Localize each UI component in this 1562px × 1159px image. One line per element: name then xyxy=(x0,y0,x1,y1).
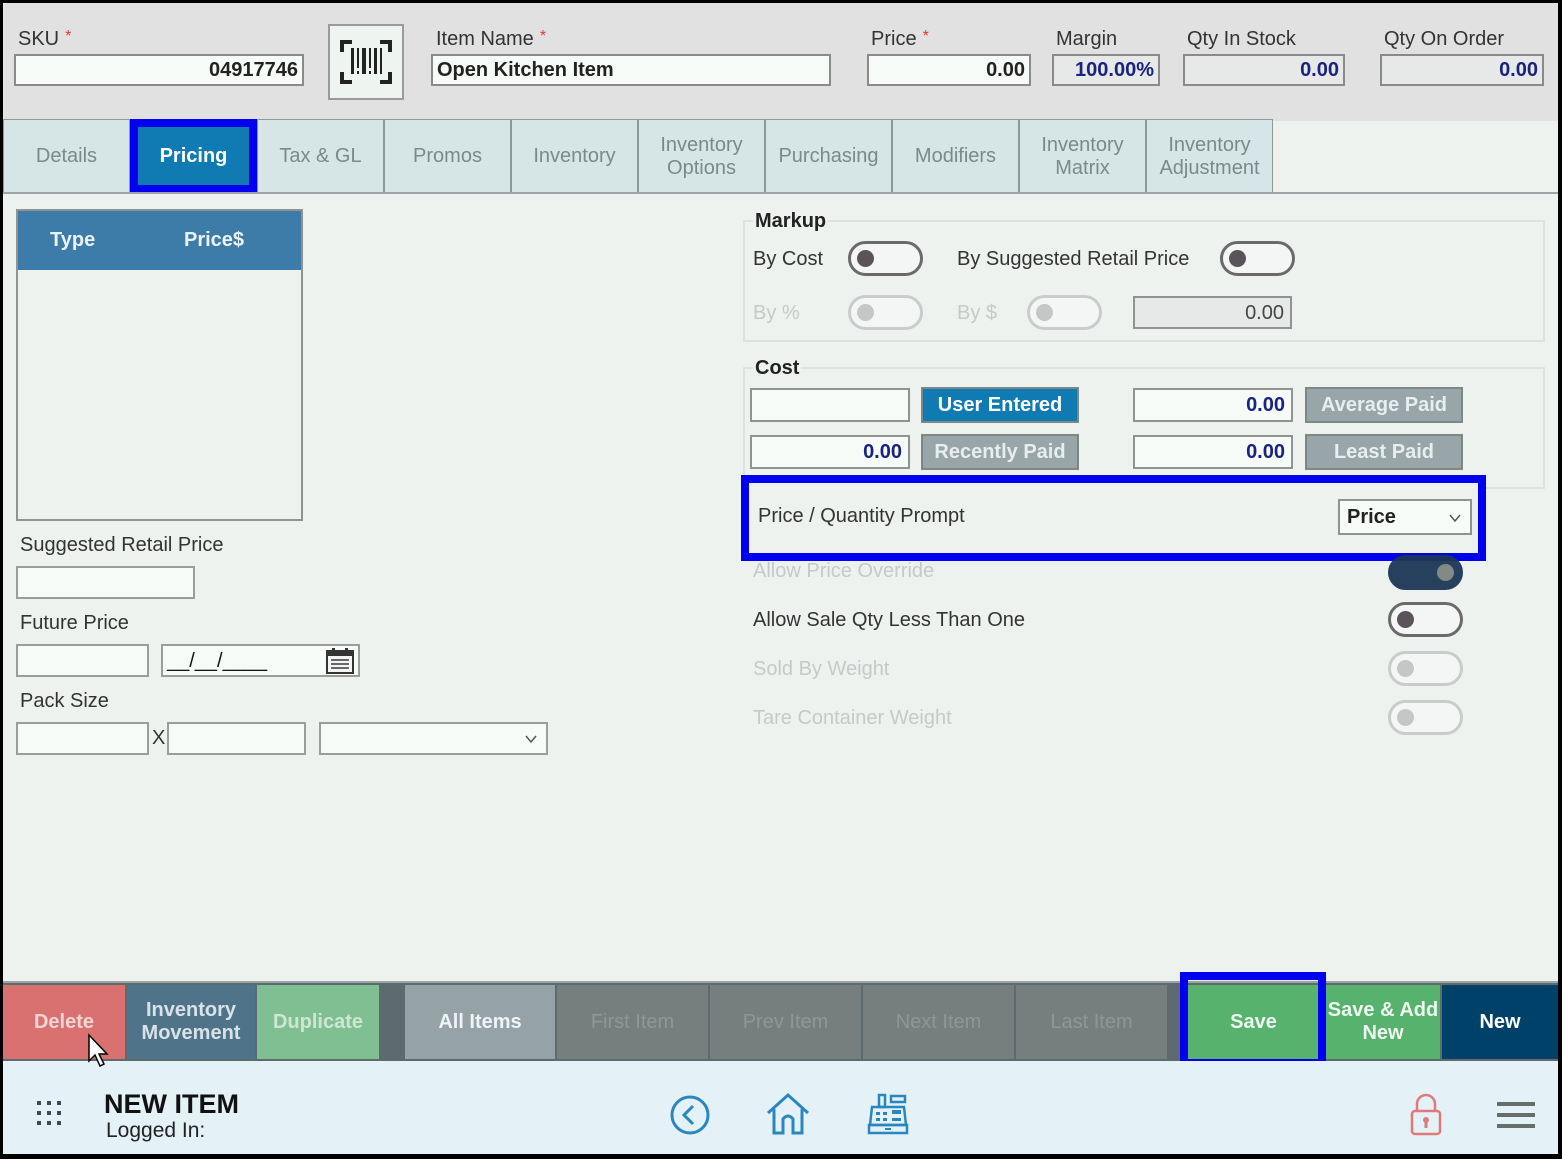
action-bar: Delete Inventory Movement Duplicate All … xyxy=(3,981,1558,1061)
tare-container-weight-label: Tare Container Weight xyxy=(753,707,952,729)
price-quantity-prompt-select[interactable]: Price xyxy=(1338,499,1472,535)
sku-label: SKU * xyxy=(18,28,72,50)
tab-pricing[interactable]: Pricing xyxy=(130,119,257,193)
by-cost-label: By Cost xyxy=(753,248,824,270)
cost-legend: Cost xyxy=(753,357,802,380)
recently-paid-cost-value: 0.00 xyxy=(750,435,910,469)
suggested-retail-price-label: Suggested Retail Price xyxy=(20,534,224,556)
barcode-scan-icon xyxy=(340,40,392,84)
allow-sale-qty-toggle[interactable] xyxy=(1388,602,1463,637)
pack-qty-input[interactable] xyxy=(16,722,149,755)
tab-bar: Details Pricing Tax & GL Promos Inventor… xyxy=(3,119,1273,193)
qty-on-order-label: Qty On Order xyxy=(1384,28,1505,50)
tab-details[interactable]: Details xyxy=(3,119,130,193)
average-paid-button[interactable]: Average Paid xyxy=(1305,387,1463,423)
allow-price-override-toggle[interactable] xyxy=(1388,555,1463,590)
first-item-button[interactable]: First Item xyxy=(557,985,708,1059)
by-dollar-label: By $ xyxy=(957,302,998,324)
logged-in-label: Logged In: xyxy=(106,1119,206,1142)
suggested-retail-price-input[interactable] xyxy=(16,566,195,599)
grid-header: Type Price$ xyxy=(18,211,301,270)
cash-register-icon[interactable] xyxy=(867,1093,909,1135)
grid-col-price[interactable]: Price$ xyxy=(184,229,244,252)
tab-inventory-matrix[interactable]: Inventory Matrix xyxy=(1019,119,1146,193)
page-title: NEW ITEM xyxy=(104,1089,239,1119)
allow-sale-qty-label: Allow Sale Qty Less Than One xyxy=(753,609,1025,631)
price-quantity-prompt-label: Price / Quantity Prompt xyxy=(758,505,965,527)
by-cost-toggle[interactable] xyxy=(848,241,923,276)
pack-size-input[interactable] xyxy=(167,722,306,755)
duplicate-button[interactable]: Duplicate xyxy=(257,985,379,1059)
item-editor-window: SKU * 04917746 Item Name * Open Kitchen It… xyxy=(3,3,1558,1154)
price-label: Price * xyxy=(871,28,929,50)
tab-purchasing[interactable]: Purchasing xyxy=(765,119,892,193)
item-name-input[interactable]: Open Kitchen Item xyxy=(431,54,831,86)
margin-label: Margin xyxy=(1056,28,1118,50)
inventory-movement-button[interactable]: Inventory Movement xyxy=(127,985,255,1059)
by-percent-toggle[interactable] xyxy=(848,295,923,330)
lock-icon[interactable] xyxy=(1409,1093,1443,1137)
apps-grid-icon[interactable] xyxy=(35,1099,63,1127)
least-paid-cost-value: 0.00 xyxy=(1133,435,1293,469)
recently-paid-button[interactable]: Recently Paid xyxy=(921,434,1079,470)
last-item-button[interactable]: Last Item xyxy=(1016,985,1167,1059)
tab-modifiers[interactable]: Modifiers xyxy=(892,119,1019,193)
markup-legend: Markup xyxy=(753,210,829,233)
save-add-new-button[interactable]: Save & Add New xyxy=(1326,985,1440,1059)
price-quantity-prompt-value: Price xyxy=(1347,506,1396,528)
tab-promos[interactable]: Promos xyxy=(384,119,511,193)
barcode-scan-button[interactable] xyxy=(328,24,404,100)
all-items-button[interactable]: All Items xyxy=(405,985,555,1059)
delete-button[interactable]: Delete xyxy=(3,985,125,1059)
price-quantity-prompt-highlight: Price / Quantity Prompt Price xyxy=(741,475,1486,561)
sold-by-weight-toggle[interactable] xyxy=(1388,651,1463,686)
pack-unit-select[interactable] xyxy=(319,722,548,755)
hamburger-menu-icon[interactable] xyxy=(1497,1101,1535,1129)
sku-input[interactable]: 04917746 xyxy=(14,54,304,86)
chevron-down-icon xyxy=(1449,514,1461,523)
future-price-label: Future Price xyxy=(20,612,129,634)
qty-in-stock-label: Qty In Stock xyxy=(1187,28,1296,50)
price-type-grid[interactable]: Type Price$ xyxy=(16,209,303,521)
chevron-down-icon xyxy=(525,735,537,744)
qty-on-order-value: 0.00 xyxy=(1380,54,1544,86)
tab-inventory-options[interactable]: Inventory Options xyxy=(638,119,765,193)
tare-container-weight-toggle[interactable] xyxy=(1388,700,1463,735)
next-item-button[interactable]: Next Item xyxy=(863,985,1014,1059)
tab-tax-gl[interactable]: Tax & GL xyxy=(257,119,384,193)
by-srp-label: By Suggested Retail Price xyxy=(957,248,1190,270)
footer-bar: NEW ITEM Logged In: xyxy=(3,1061,1558,1154)
by-dollar-toggle[interactable] xyxy=(1027,295,1102,330)
item-name-label: Item Name * xyxy=(436,28,547,50)
tab-divider xyxy=(3,192,1558,194)
user-entered-cost-input[interactable] xyxy=(750,388,910,422)
average-paid-cost-value: 0.00 xyxy=(1133,388,1293,422)
future-price-input[interactable] xyxy=(16,644,149,677)
new-button[interactable]: New xyxy=(1442,985,1558,1059)
date-mask: __/__/____ xyxy=(167,650,268,672)
grid-col-type[interactable]: Type xyxy=(50,229,184,252)
save-button[interactable]: Save xyxy=(1188,985,1319,1059)
qty-in-stock-value: 0.00 xyxy=(1183,54,1345,86)
item-header: SKU * 04917746 Item Name * Open Kitchen It… xyxy=(3,3,1558,121)
tab-inventory-adjustment[interactable]: Inventory Adjustment xyxy=(1146,119,1273,193)
sold-by-weight-label: Sold By Weight xyxy=(753,658,890,680)
prev-item-button[interactable]: Prev Item xyxy=(710,985,861,1059)
margin-value: 100.00% xyxy=(1052,54,1160,86)
markup-value-input[interactable]: 0.00 xyxy=(1133,296,1292,329)
by-percent-label: By % xyxy=(753,302,800,324)
future-price-date-input[interactable]: __/__/____ xyxy=(161,644,360,677)
home-icon[interactable] xyxy=(765,1091,811,1137)
cost-group xyxy=(743,367,1545,489)
calendar-icon[interactable] xyxy=(326,648,354,674)
by-srp-toggle[interactable] xyxy=(1220,241,1295,276)
least-paid-button[interactable]: Least Paid xyxy=(1305,434,1463,470)
pack-size-label: Pack Size xyxy=(20,690,109,712)
tab-inventory[interactable]: Inventory xyxy=(511,119,638,193)
pack-size-x: X xyxy=(152,727,166,749)
user-entered-button[interactable]: User Entered xyxy=(921,387,1079,423)
allow-price-override-label: Allow Price Override xyxy=(753,560,935,582)
back-circle-icon[interactable] xyxy=(669,1094,711,1136)
price-input[interactable]: 0.00 xyxy=(867,54,1031,86)
